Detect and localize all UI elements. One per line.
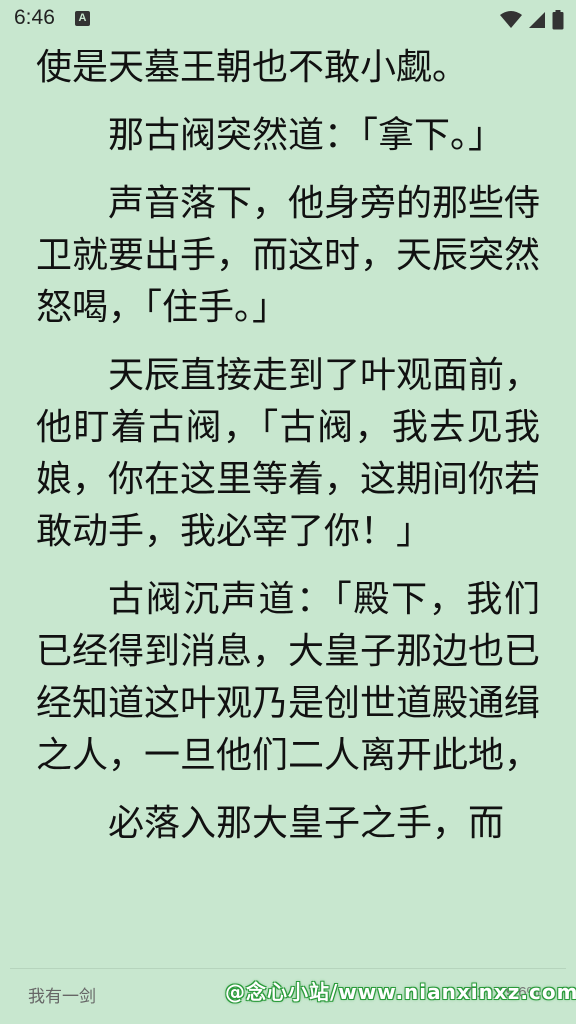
notification-icon: A <box>75 11 90 26</box>
status-bar: 6:46 A <box>0 0 576 40</box>
paragraph: 那古阀突然道：「拿下。」 <box>108 115 505 156</box>
paragraph: 天辰直接走到了叶观面前，他盯着古阀，「古阀，我去见我娘，你在这里等着，这期间你若… <box>36 355 540 552</box>
status-time: 6:46 <box>14 6 55 29</box>
reader-footer: 我有一剑 7/19 29.6% @念心小站/www.nianxinxz.com <box>0 968 576 1024</box>
paragraph: 必落入那大皇子之手，而 <box>108 803 505 844</box>
footer-divider <box>10 968 566 969</box>
paragraph: 古阀沉声道：「殿下，我们已经得到消息，大皇子那边也已经知道这叶观乃是创世道殿通缉… <box>36 579 540 776</box>
status-icons <box>500 9 564 31</box>
reader-content[interactable]: 使是天墓王朝也不敢小觑。 那古阀突然道：「拿下。」 声音落下，他身旁的那些侍卫就… <box>36 40 540 960</box>
book-title: 我有一剑 <box>28 987 96 1007</box>
wifi-icon <box>500 11 522 28</box>
signal-icon <box>529 12 545 28</box>
battery-icon <box>552 10 564 30</box>
paragraph: 声音落下，他身旁的那些侍卫就要出手，而这时，天辰突然怒喝，「住手。」 <box>36 183 540 328</box>
watermark: @念心小站/www.nianxinxz.com <box>225 980 576 1004</box>
paragraph: 使是天墓王朝也不敢小觑。 <box>36 47 469 88</box>
